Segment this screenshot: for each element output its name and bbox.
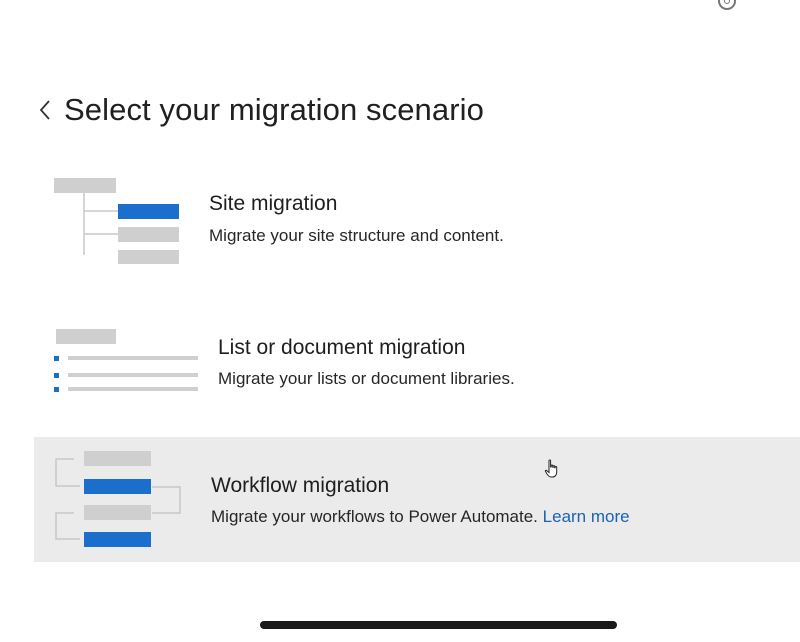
scenario-title: List or document migration [218, 336, 466, 359]
page-header: Select your migration scenario [34, 90, 484, 130]
site-tree-illustration-icon [54, 178, 179, 264]
scenario-description-text: Migrate your workflows to Power Automate… [211, 507, 538, 526]
scenario-title: Site migration [209, 192, 338, 215]
page-title: Select your migration scenario [64, 92, 484, 127]
workflow-illustration-icon [55, 451, 181, 547]
list-illustration-icon [54, 329, 198, 392]
chevron-left-icon [39, 100, 50, 120]
scenario-description: Migrate your site structure and content. [209, 226, 504, 245]
hand-pointer-cursor-icon [544, 459, 558, 478]
back-button[interactable] [34, 90, 56, 130]
scenario-description: Migrate your lists or document libraries… [218, 369, 515, 388]
scenario-workflow-migration[interactable]: Workflow migration Migrate your workflow… [34, 437, 800, 562]
scenario-site-migration[interactable]: Site migration Migrate your site structu… [34, 168, 800, 280]
scenario-list-document-migration[interactable]: List or document migration Migrate your … [34, 318, 800, 418]
learn-more-link[interactable]: Learn more [543, 507, 630, 526]
scenario-title: Workflow migration [211, 474, 390, 497]
scenario-description: Migrate your workflows to Power Automate… [211, 507, 630, 527]
settings-circle-icon[interactable] [718, 0, 736, 10]
home-indicator-bar [260, 621, 617, 629]
